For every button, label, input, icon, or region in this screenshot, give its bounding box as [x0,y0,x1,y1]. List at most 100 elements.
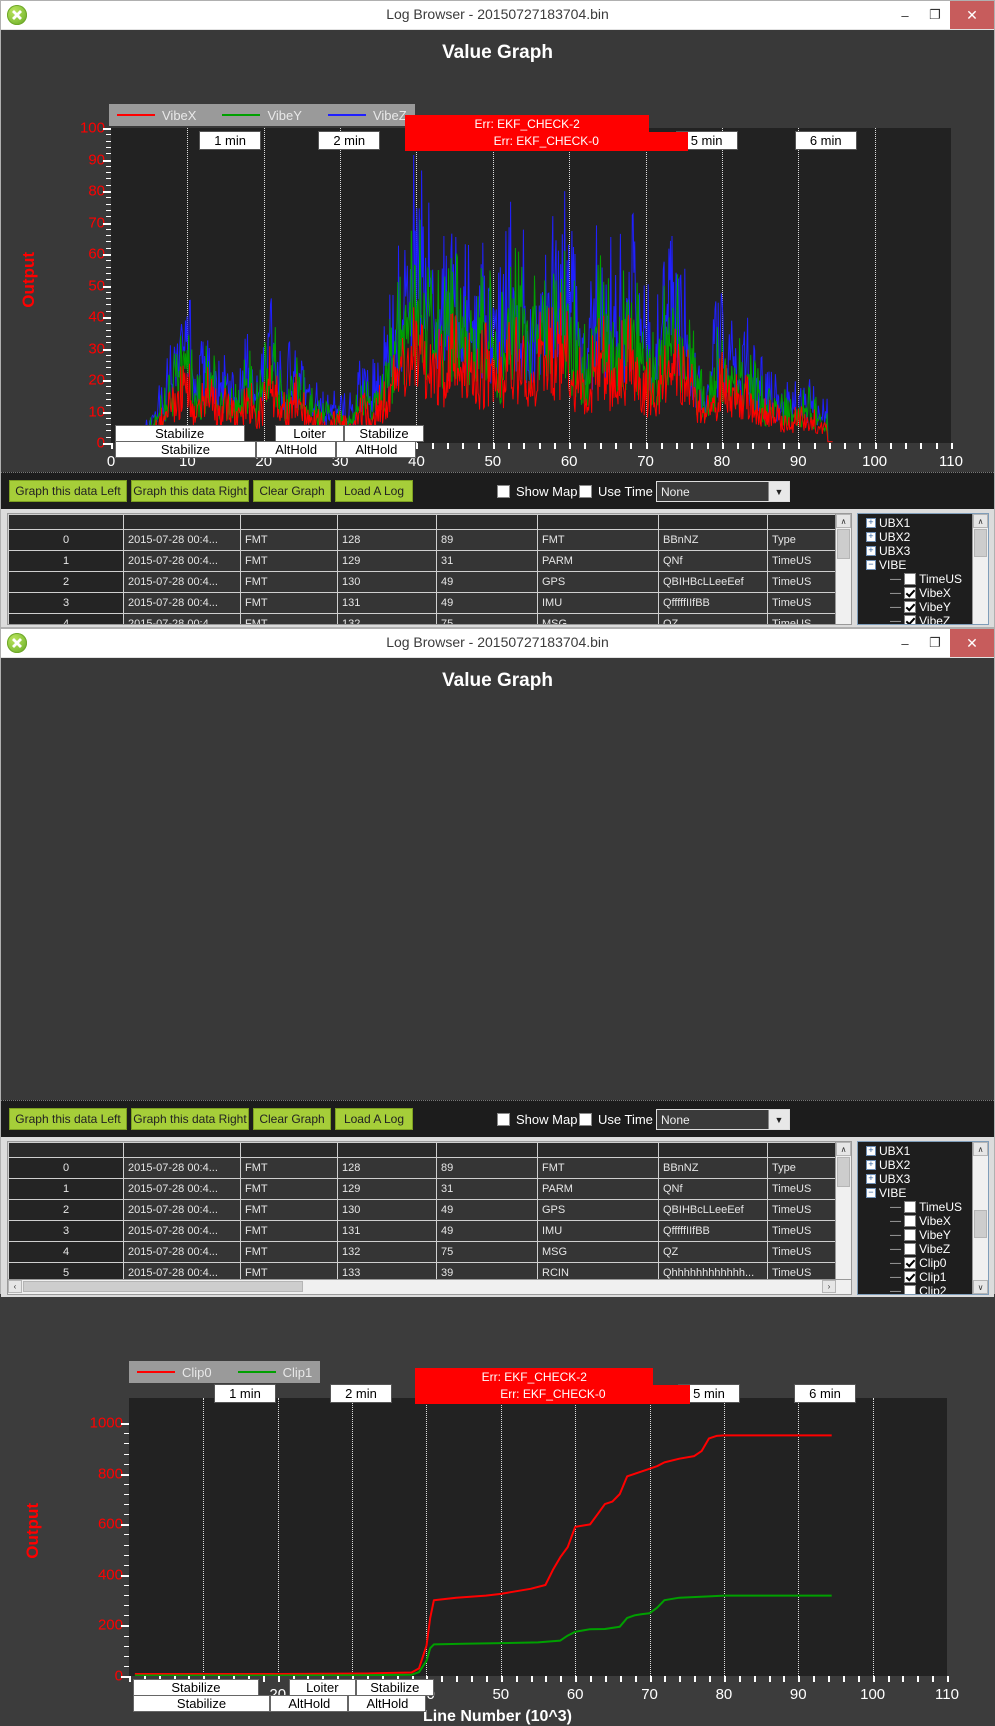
table-cell[interactable]: QfffffIIfBB [659,1221,768,1242]
table-cell[interactable]: MSG [538,1242,659,1263]
clear-graph-button[interactable]: Clear Graph [253,1108,331,1130]
tree-checkbox-vibez[interactable] [904,1243,916,1255]
table-cell[interactable]: GPS [538,572,659,593]
use-time-checkbox-box[interactable] [579,1113,592,1126]
tree-node-vibey[interactable]: ––VibeY [890,600,951,614]
tree-node-vibe[interactable]: −VIBE [866,1186,906,1200]
table-cell[interactable]: 75 [437,1242,538,1263]
column-header[interactable] [124,1143,241,1158]
table-cell[interactable]: 130 [338,1200,437,1221]
row-index-cell[interactable]: 1 [9,1179,124,1200]
tree-node-vibez[interactable]: ––VibeZ [890,1242,950,1256]
table-row[interactable]: 42015-07-28 00:4...FMT13275MSGQZTimeUSMe… [9,1242,853,1263]
table-cell[interactable]: 49 [437,1221,538,1242]
table-cell[interactable]: FMT [241,1221,338,1242]
table-cell[interactable]: FMT [241,1179,338,1200]
table-cell[interactable]: PARM [538,1179,659,1200]
tree-checkbox-vibex[interactable] [904,1215,916,1227]
scroll-thumb[interactable] [837,529,850,559]
row-index-cell[interactable]: 2 [9,1200,124,1221]
table-row[interactable]: 22015-07-28 00:4...FMT13049GPSQBIHBcLLee… [9,1200,853,1221]
table-cell[interactable]: FMT [241,530,338,551]
tree-checkbox-timeus[interactable] [904,573,916,585]
table-cell[interactable]: 2015-07-28 00:4... [124,530,241,551]
table-cell[interactable]: QZ [659,1242,768,1263]
value-graph-chart-clip[interactable]: Value GraphClip0Clip102004006008001000Ou… [1,658,994,1100]
table-row[interactable]: 12015-07-28 00:4...FMT12931PARMQNfTimeUS… [9,551,853,572]
table-cell[interactable]: QBIHBcLLeeEef [659,1200,768,1221]
data-table[interactable]: 02015-07-28 00:4...FMT12889FMTBBnNZTypeL… [7,513,852,625]
tree-checkbox-vibey[interactable] [904,1229,916,1241]
table-cell[interactable]: IMU [538,593,659,614]
table-cell[interactable]: 2015-07-28 00:4... [124,593,241,614]
column-header[interactable] [9,515,124,530]
table-vertical-scrollbar[interactable]: ∧ [835,514,851,624]
table-cell[interactable]: QfffffIIfBB [659,593,768,614]
column-header[interactable] [241,1143,338,1158]
tree-expander-icon[interactable]: + [866,518,876,528]
table-cell[interactable]: FMT [241,1242,338,1263]
tree-checkbox-clip0[interactable] [904,1257,916,1269]
show-map-checkbox-box[interactable] [497,1113,510,1126]
scroll-thumb[interactable] [974,529,987,557]
column-header[interactable] [241,515,338,530]
field-tree[interactable]: +UBX1+UBX2+UBX3−VIBE––TimeUS––VibeX––Vib… [857,1141,989,1295]
table-cell[interactable]: 2015-07-28 00:4... [124,1242,241,1263]
table-cell[interactable]: FMT [241,614,338,626]
tree-checkbox-vibey[interactable] [904,601,916,613]
tree-node-clip1[interactable]: ––Clip1 [890,1270,946,1284]
table-cell[interactable]: 49 [437,1200,538,1221]
table-cell[interactable]: 2015-07-28 00:4... [124,614,241,626]
field-tree[interactable]: +UBX1+UBX2+UBX3−VIBE––TimeUS––VibeX––Vib… [857,513,989,625]
tree-node-clip0[interactable]: ––Clip0 [890,1256,946,1270]
table-cell[interactable]: 132 [338,614,437,626]
table-row[interactable]: 02015-07-28 00:4...FMT12889FMTBBnNZTypeL… [9,1158,853,1179]
scroll-thumb[interactable] [23,1281,303,1292]
row-index-cell[interactable]: 4 [9,614,124,626]
source-dropdown[interactable]: None▼ [656,1109,790,1130]
table-horizontal-scrollbar[interactable]: ‹› [8,1279,851,1294]
table-cell[interactable]: QNf [659,551,768,572]
table-cell[interactable]: MSG [538,614,659,626]
table-cell[interactable]: QNf [659,1179,768,1200]
tree-expander-icon[interactable]: + [866,1174,876,1184]
tree-node-vibey[interactable]: ––VibeY [890,1228,951,1242]
column-header[interactable] [538,515,659,530]
log-table[interactable]: 02015-07-28 00:4...FMT12889FMTBBnNZTypeL… [8,514,852,625]
table-cell[interactable]: 31 [437,1179,538,1200]
scroll-down-arrow-icon[interactable]: ∨ [973,1280,988,1294]
column-header[interactable] [9,1143,124,1158]
column-header[interactable] [124,515,241,530]
row-index-cell[interactable]: 3 [9,593,124,614]
tree-node-vibex[interactable]: ––VibeX [890,1214,951,1228]
table-row[interactable]: 02015-07-28 00:4...FMT12889FMTBBnNZTypeL… [9,530,853,551]
tree-checkbox-timeus[interactable] [904,1201,916,1213]
scroll-up-arrow-icon[interactable]: ∧ [973,1142,988,1156]
table-cell[interactable]: FMT [241,1200,338,1221]
table-cell[interactable]: 2015-07-28 00:4... [124,1200,241,1221]
tree-node-ubx1[interactable]: +UBX1 [866,1144,910,1158]
table-cell[interactable]: PARM [538,551,659,572]
tree-node-ubx2[interactable]: +UBX2 [866,1158,910,1172]
table-vertical-scrollbar[interactable]: ∧∨ [835,1142,851,1294]
table-cell[interactable]: 130 [338,572,437,593]
table-row[interactable]: 22015-07-28 00:4...FMT13049GPSQBIHBcLLee… [9,572,853,593]
tree-node-ubx3[interactable]: +UBX3 [866,544,910,558]
row-index-cell[interactable]: 0 [9,1158,124,1179]
table-cell[interactable]: IMU [538,1221,659,1242]
tree-expander-icon[interactable]: + [866,546,876,556]
column-header[interactable] [659,515,768,530]
column-header[interactable] [659,1143,768,1158]
table-cell[interactable]: 89 [437,1158,538,1179]
scroll-up-arrow-icon[interactable]: ∧ [836,1142,851,1156]
table-cell[interactable]: 128 [338,530,437,551]
row-index-cell[interactable]: 2 [9,572,124,593]
tree-node-timeus[interactable]: ––TimeUS [890,572,962,586]
table-cell[interactable]: 2015-07-28 00:4... [124,1179,241,1200]
table-cell[interactable]: 2015-07-28 00:4... [124,1221,241,1242]
table-cell[interactable]: FMT [241,1158,338,1179]
maximize-button[interactable]: ❐ [920,1,950,29]
tree-expander-icon[interactable]: + [866,1160,876,1170]
table-cell[interactable]: 49 [437,572,538,593]
tree-node-ubx3[interactable]: +UBX3 [866,1172,910,1186]
